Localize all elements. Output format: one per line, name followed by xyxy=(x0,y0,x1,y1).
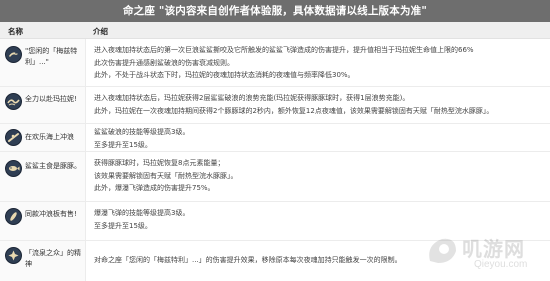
site-watermark: 叽游网 Qieyou.com xyxy=(422,231,542,275)
name-cell: 鲨鲨主食是豚豚。 xyxy=(0,152,86,201)
wave-icon xyxy=(5,93,22,110)
description-line: 进入夜魂加持状态后的第一次巨浪鲨鲨撕咬及它所触发的鲨鲨飞弹造成的伤害提升，提升值… xyxy=(94,46,474,54)
constellation-name: 同款冲浪板有售! xyxy=(25,210,77,218)
board-icon xyxy=(5,208,22,225)
description-line: 此外，玛拉妮在一次夜魂加持期间获得2个豚豚球的2秒内，额外恢复12点夜魂值，该效… xyxy=(94,106,494,115)
name-cell: 在欢乐海上冲浪 xyxy=(0,124,86,151)
description-cell: 鲨鲨破浪的技能等级提高3级。 至多提升至15级。 xyxy=(86,124,550,151)
banner-title: 命之座 "该内容来自创作者体验服，具体数据请以线上版本为准" xyxy=(122,5,428,17)
table-row: 全力以赴玛拉妮! 进入夜魂加持状态后，玛拉妮获得2层鲨鲨破浪的浪势充能(玛拉妮获… xyxy=(0,87,550,124)
watermark-text-en: Qieyou.com xyxy=(474,259,528,270)
description-cell: 进入夜魂加持状态后的第一次巨浪鲨鲨撕咬及它所触发的鲨鲨飞弹造成的伤害提升，提升值… xyxy=(86,39,550,86)
name-cell: 同款冲浪板有售! xyxy=(0,202,86,240)
constellation-name: 鲨鲨主食是豚豚。 xyxy=(25,162,81,170)
shark-icon xyxy=(5,46,22,63)
table-row: 在欢乐海上冲浪 鲨鲨破浪的技能等级提高3级。 至多提升至15级。 xyxy=(0,124,550,152)
description-cell: 进入夜魂加持状态后，玛拉妮获得2层鲨鲨破浪的浪势充能(玛拉妮获得豚豚球时，获得1… xyxy=(86,87,550,123)
column-header-desc: 介绍 xyxy=(93,27,108,36)
constellation-name: 在欢乐海上冲浪 xyxy=(25,133,74,141)
description-line: 爆瀑飞弹的技能等级提高3级。 xyxy=(94,209,190,217)
description-line: 获得豚豚球时，玛拉妮恢复8点元素能量； xyxy=(94,159,225,167)
description-line: 进入夜魂加持状态后，玛拉妮获得2层鲨鲨破浪的浪势充能(玛拉妮获得豚豚球时，获得1… xyxy=(94,94,410,102)
column-header-row: 名称 介绍 xyxy=(0,22,550,39)
description-line: 此外，爆瀑飞弹造成的伤害提升75%。 xyxy=(94,184,215,192)
table-row: 鲨鲨主食是豚豚。 获得豚豚球时，玛拉妮恢复8点元素能量； 该效果需要解锁固有天赋… xyxy=(0,152,550,202)
column-header-name: 名称 xyxy=(8,27,23,36)
name-cell: 全力以赴玛拉妮! xyxy=(0,87,86,123)
description-line: 该效果需要解锁固有天赋「耐热型浣水豚豚」。 xyxy=(94,171,238,180)
constellation-name: 「流泉之众」的精神 xyxy=(25,249,81,268)
constellation-table: 命之座 "该内容来自创作者体验服，具体数据请以线上版本为准" 名称 介绍 "您闲… xyxy=(0,0,550,281)
description-line: 至多提升至15级。 xyxy=(94,140,152,149)
spirit-icon xyxy=(5,247,22,264)
table-banner: 命之座 "该内容来自创作者体验服，具体数据请以线上版本为准" xyxy=(0,0,550,22)
description-cell: 获得豚豚球时，玛拉妮恢复8点元素能量； 该效果需要解锁固有天赋「耐热型浣水豚豚」… xyxy=(86,152,550,201)
name-cell: 「流泉之众」的精神 xyxy=(0,241,86,281)
fish-icon xyxy=(5,160,22,177)
description-line: 此外，不处于战斗状态下时，玛拉妮的夜魂加持状态消耗的夜魂值与频率降低30%。 xyxy=(94,71,355,79)
description-line: 此次伤害提升通感剧鲨破浪的伤害衰减规则。 xyxy=(94,58,234,67)
table-row: "您闲的「梅兹特利」..." 进入夜魂加持状态后的第一次巨浪鲨鲨撕咬及它所触发的… xyxy=(0,39,550,87)
description-line: 鲨鲨破浪的技能等级提高3级。 xyxy=(94,128,190,136)
name-cell: "您闲的「梅兹特利」..." xyxy=(0,39,86,86)
surf-icon xyxy=(5,129,22,146)
watermark-text-cn: 叽游网 xyxy=(462,237,525,261)
constellation-name: "您闲的「梅兹特利」..." xyxy=(25,47,78,66)
constellation-name: 全力以赴玛拉妮! xyxy=(25,95,77,103)
watermark-logo-icon xyxy=(429,238,456,263)
